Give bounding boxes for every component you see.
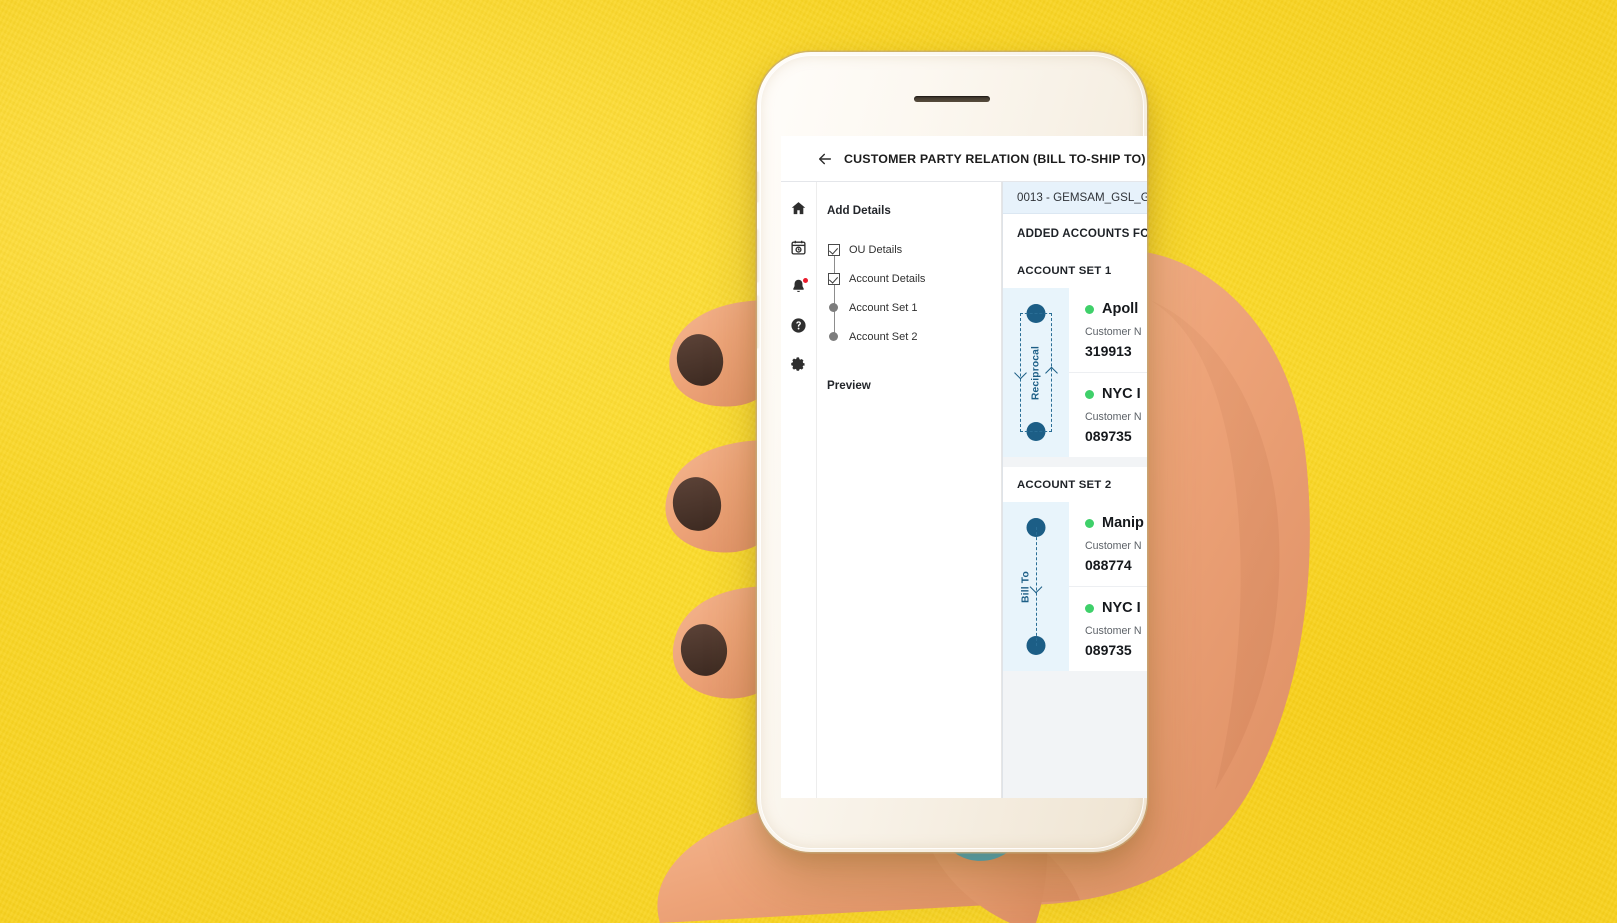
chevron-down-icon xyxy=(1029,580,1043,593)
stepper-preview-heading[interactable]: Preview xyxy=(827,379,1001,392)
checkbox-checked-icon[interactable] xyxy=(827,243,840,256)
app-header-bar: CUSTOMER PARTY RELATION (BILL TO-SHIP TO… xyxy=(781,136,1147,182)
status-dot-icon xyxy=(1085,304,1094,314)
account-set-title: ACCOUNT SET 2 xyxy=(1003,467,1147,502)
account-name-row: NYC I xyxy=(1085,386,1147,402)
step-dot-icon xyxy=(827,301,840,314)
stepper-panel: Add Details OU Details Account Details A… xyxy=(817,182,1002,798)
stepper-step-list: OU Details Account Details Account Set 1 xyxy=(827,235,1001,357)
account-field-value: 088774 xyxy=(1085,557,1132,573)
account-name-row: Apoll xyxy=(1085,301,1147,317)
connector-bracket-top xyxy=(1020,313,1052,314)
page-title: CUSTOMER PARTY RELATION (BILL TO-SHIP TO… xyxy=(844,151,1146,166)
account-name: Manip xyxy=(1102,515,1144,531)
account-card[interactable]: Manip Customer N 088774 xyxy=(1069,502,1147,586)
chevron-up-icon xyxy=(1045,366,1058,379)
icon-rail xyxy=(781,182,817,798)
account-card[interactable]: Apoll Customer N 319913 xyxy=(1069,288,1147,372)
smartphone-device: CUSTOMER PARTY RELATION (BILL TO-SHIP TO… xyxy=(757,52,1147,852)
phone-screen: CUSTOMER PARTY RELATION (BILL TO-SHIP TO… xyxy=(781,136,1147,798)
stepper-item-label: Account Set 1 xyxy=(849,301,918,314)
account-name: NYC I xyxy=(1102,600,1141,616)
account-list: Manip Customer N 088774 NYC I Customer N… xyxy=(1069,502,1147,671)
account-set-body: Bill To Manip Customer N 088774 NYC I Cu… xyxy=(1003,502,1147,671)
account-field-value: 319913 xyxy=(1085,343,1132,359)
relation-label: Bill To xyxy=(1020,570,1032,603)
mute-switch[interactable] xyxy=(757,172,759,202)
help-circle-icon[interactable] xyxy=(790,317,807,334)
account-card[interactable]: NYC I Customer N 089735 xyxy=(1069,586,1147,671)
stepper-item-account-set-1[interactable]: Account Set 1 xyxy=(827,293,1001,322)
connector-bracket-bottom xyxy=(1020,431,1052,432)
bell-icon[interactable] xyxy=(790,277,809,295)
account-set-body: Reciprocal Apoll Customer N 319913 NYC I… xyxy=(1003,288,1147,457)
earpiece-speaker-icon xyxy=(914,96,990,102)
account-field-label: Customer N xyxy=(1085,625,1142,637)
added-accounts-header: ADDED ACCOUNTS FO xyxy=(1003,214,1147,253)
home-icon[interactable] xyxy=(790,200,807,217)
stepper-item-label: Account Details xyxy=(849,272,926,285)
stepper-item-account-set-2[interactable]: Account Set 2 xyxy=(827,322,1001,351)
account-name: NYC I xyxy=(1102,386,1141,402)
account-name-row: Manip xyxy=(1085,515,1147,531)
account-set-card: ACCOUNT SET 1 Reciprocal Apoll Customer … xyxy=(1003,253,1147,457)
chevron-down-icon xyxy=(1014,366,1027,379)
status-dot-icon xyxy=(1085,603,1094,613)
volume-up-button[interactable] xyxy=(757,230,759,282)
account-list: Apoll Customer N 319913 NYC I Customer N… xyxy=(1069,288,1147,457)
relation-connector-reciprocal: Reciprocal xyxy=(1003,288,1069,457)
status-dot-icon xyxy=(1085,389,1094,399)
notification-badge xyxy=(802,277,809,284)
account-set-card: ACCOUNT SET 2 Bill To Manip Customer N 0… xyxy=(1003,467,1147,671)
calendar-clock-icon[interactable] xyxy=(790,239,807,256)
status-dot-icon xyxy=(1085,518,1094,528)
ou-selector-bar[interactable]: 0013 - GEMSAM_GSL_GR xyxy=(1003,182,1147,214)
account-name-row: NYC I xyxy=(1085,600,1147,616)
stepper-heading: Add Details xyxy=(827,204,891,217)
account-card[interactable]: NYC I Customer N 089735 xyxy=(1069,372,1147,457)
account-field-label: Customer N xyxy=(1085,411,1142,423)
stepper-item-account-details[interactable]: Account Details xyxy=(827,264,1001,293)
account-set-title: ACCOUNT SET 1 xyxy=(1003,253,1147,288)
account-field-label: Customer N xyxy=(1085,326,1142,338)
stepper-item-label: Account Set 2 xyxy=(849,330,918,343)
relation-label: Reciprocal xyxy=(1030,345,1042,400)
back-arrow-icon[interactable] xyxy=(817,151,833,167)
account-field-value: 089735 xyxy=(1085,428,1132,444)
gear-icon[interactable] xyxy=(790,356,807,373)
account-name: Apoll xyxy=(1102,301,1139,317)
step-dot-icon xyxy=(827,330,840,343)
stepper-item-ou-details[interactable]: OU Details xyxy=(827,235,1001,264)
volume-down-button[interactable] xyxy=(757,296,759,348)
app-body: Add Details OU Details Account Details A… xyxy=(781,182,1147,798)
account-field-value: 089735 xyxy=(1085,642,1132,658)
relation-connector-bill-to: Bill To xyxy=(1003,502,1069,671)
checkbox-checked-icon[interactable] xyxy=(827,272,840,285)
content-panel: 0013 - GEMSAM_GSL_GR ADDED ACCOUNTS FO A… xyxy=(1002,182,1147,798)
stepper-item-label: OU Details xyxy=(849,243,903,256)
account-field-label: Customer N xyxy=(1085,540,1142,552)
